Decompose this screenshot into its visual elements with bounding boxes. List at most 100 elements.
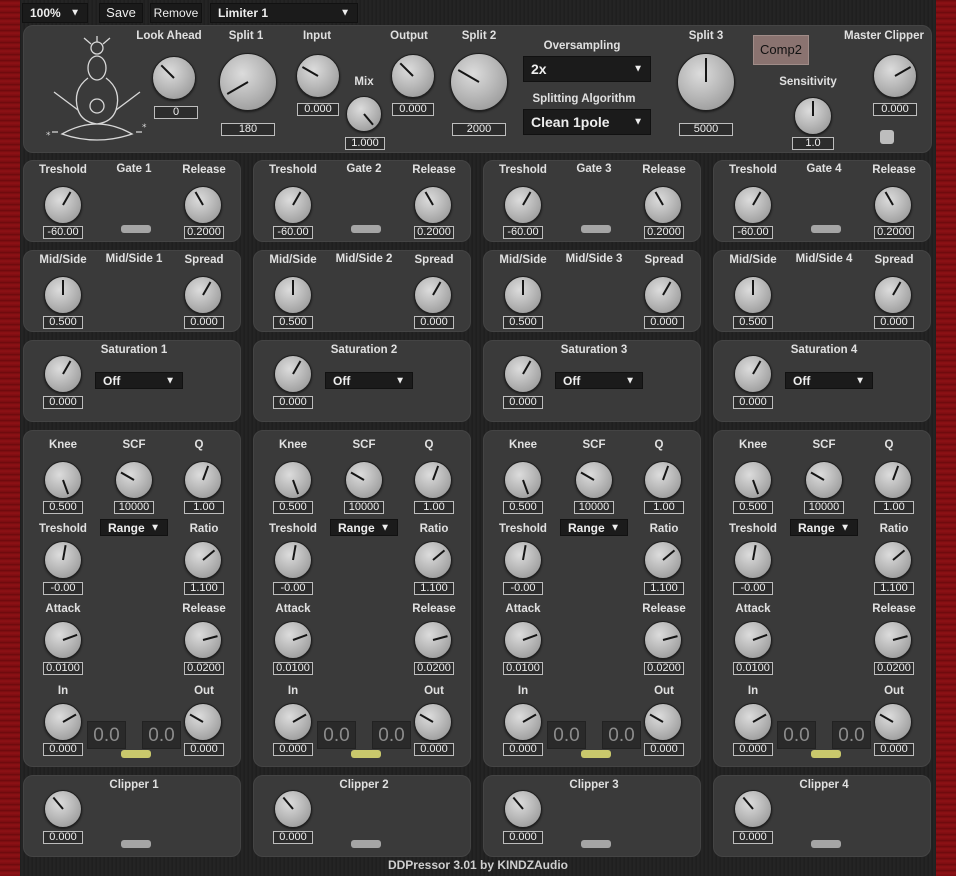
split3-knob[interactable] bbox=[677, 53, 735, 111]
comp-release-knob[interactable] bbox=[414, 621, 452, 659]
gate-threshold-value[interactable]: -60.00 bbox=[273, 226, 313, 239]
ratio-knob[interactable] bbox=[644, 541, 682, 579]
saturation-knob[interactable] bbox=[504, 355, 542, 393]
gate-threshold-value[interactable]: -60.00 bbox=[733, 226, 773, 239]
gate-release-value[interactable]: 0.2000 bbox=[644, 226, 684, 239]
gate-release-value[interactable]: 0.2000 bbox=[184, 226, 224, 239]
saturation-knob[interactable] bbox=[734, 355, 772, 393]
q-knob[interactable] bbox=[184, 461, 222, 499]
knee-value[interactable]: 0.500 bbox=[503, 501, 543, 514]
comp-release-knob[interactable] bbox=[184, 621, 222, 659]
spread-value[interactable]: 0.000 bbox=[874, 316, 914, 329]
range-select[interactable]: Range ▼ bbox=[100, 519, 168, 536]
spread-value[interactable]: 0.000 bbox=[414, 316, 454, 329]
attack-knob[interactable] bbox=[274, 621, 312, 659]
scf-value[interactable]: 10000 bbox=[344, 501, 384, 514]
comp-threshold-knob[interactable] bbox=[504, 541, 542, 579]
knee-knob[interactable] bbox=[274, 461, 312, 499]
attack-value[interactable]: 0.0100 bbox=[273, 662, 313, 675]
clipper-knob[interactable] bbox=[274, 790, 312, 828]
knee-knob[interactable] bbox=[734, 461, 772, 499]
midside-value[interactable]: 0.500 bbox=[503, 316, 543, 329]
out-gain-value[interactable]: 0.000 bbox=[874, 743, 914, 756]
midside-knob[interactable] bbox=[274, 276, 312, 314]
comp-release-value[interactable]: 0.0200 bbox=[644, 662, 684, 675]
saturation-mode-select[interactable]: Off ▼ bbox=[555, 372, 643, 389]
clipper-value[interactable]: 0.000 bbox=[273, 831, 313, 844]
midside-value[interactable]: 0.500 bbox=[733, 316, 773, 329]
range-select[interactable]: Range ▼ bbox=[330, 519, 398, 536]
comp-threshold-value[interactable]: -0.00 bbox=[273, 582, 313, 595]
out-gain-knob[interactable] bbox=[874, 703, 912, 741]
in-gain-value[interactable]: 0.000 bbox=[503, 743, 543, 756]
gate-threshold-knob[interactable] bbox=[274, 186, 312, 224]
in-gain-knob[interactable] bbox=[734, 703, 772, 741]
master-clipper-checkbox[interactable] bbox=[880, 130, 894, 144]
ratio-knob[interactable] bbox=[414, 541, 452, 579]
clipper-knob[interactable] bbox=[44, 790, 82, 828]
out-gain-value[interactable]: 0.000 bbox=[414, 743, 454, 756]
scf-value[interactable]: 10000 bbox=[114, 501, 154, 514]
scf-knob[interactable] bbox=[115, 461, 153, 499]
comp-threshold-knob[interactable] bbox=[734, 541, 772, 579]
saturation-value[interactable]: 0.000 bbox=[503, 396, 543, 409]
comp2-button[interactable]: Comp2 bbox=[753, 35, 809, 65]
q-knob[interactable] bbox=[414, 461, 452, 499]
q-value[interactable]: 1.00 bbox=[874, 501, 914, 514]
q-value[interactable]: 1.00 bbox=[184, 501, 224, 514]
ratio-value[interactable]: 1.100 bbox=[184, 582, 224, 595]
gate-release-knob[interactable] bbox=[184, 186, 222, 224]
split3-value[interactable]: 5000 bbox=[679, 123, 733, 136]
clipper-knob[interactable] bbox=[504, 790, 542, 828]
mix-value[interactable]: 1.000 bbox=[345, 137, 385, 150]
look-ahead-knob[interactable] bbox=[152, 56, 196, 100]
gate-threshold-knob[interactable] bbox=[504, 186, 542, 224]
comp-release-value[interactable]: 0.0200 bbox=[184, 662, 224, 675]
comp-threshold-value[interactable]: -0.00 bbox=[43, 582, 83, 595]
gate-threshold-knob[interactable] bbox=[734, 186, 772, 224]
attack-knob[interactable] bbox=[44, 621, 82, 659]
saturation-mode-select[interactable]: Off ▼ bbox=[95, 372, 183, 389]
knee-knob[interactable] bbox=[44, 461, 82, 499]
ratio-value[interactable]: 1.100 bbox=[874, 582, 914, 595]
q-knob[interactable] bbox=[874, 461, 912, 499]
mix-knob[interactable] bbox=[346, 96, 382, 132]
ratio-knob[interactable] bbox=[184, 541, 222, 579]
scf-knob[interactable] bbox=[345, 461, 383, 499]
attack-knob[interactable] bbox=[734, 621, 772, 659]
scf-value[interactable]: 10000 bbox=[804, 501, 844, 514]
scf-value[interactable]: 10000 bbox=[574, 501, 614, 514]
comp-threshold-value[interactable]: -0.00 bbox=[733, 582, 773, 595]
knee-value[interactable]: 0.500 bbox=[43, 501, 83, 514]
preset-select[interactable]: Limiter 1 ▼ bbox=[210, 3, 358, 23]
saturation-value[interactable]: 0.000 bbox=[733, 396, 773, 409]
gate-release-knob[interactable] bbox=[874, 186, 912, 224]
saturation-value[interactable]: 0.000 bbox=[43, 396, 83, 409]
scf-knob[interactable] bbox=[575, 461, 613, 499]
clipper-value[interactable]: 0.000 bbox=[503, 831, 543, 844]
sensitivity-value[interactable]: 1.0 bbox=[792, 137, 834, 150]
ratio-knob[interactable] bbox=[874, 541, 912, 579]
attack-knob[interactable] bbox=[504, 621, 542, 659]
q-value[interactable]: 1.00 bbox=[414, 501, 454, 514]
master-clipper-value[interactable]: 0.000 bbox=[873, 103, 917, 116]
saturation-knob[interactable] bbox=[274, 355, 312, 393]
midside-knob[interactable] bbox=[504, 276, 542, 314]
input-knob[interactable] bbox=[296, 54, 340, 98]
in-gain-value[interactable]: 0.000 bbox=[43, 743, 83, 756]
output-value[interactable]: 0.000 bbox=[392, 103, 434, 116]
zoom-select[interactable]: 100% ▼ bbox=[22, 3, 88, 23]
comp-threshold-value[interactable]: -0.00 bbox=[503, 582, 543, 595]
attack-value[interactable]: 0.0100 bbox=[43, 662, 83, 675]
sensitivity-knob[interactable] bbox=[794, 97, 832, 135]
gate-threshold-value[interactable]: -60.00 bbox=[43, 226, 83, 239]
in-gain-value[interactable]: 0.000 bbox=[273, 743, 313, 756]
midside-knob[interactable] bbox=[44, 276, 82, 314]
oversampling-select[interactable]: 2x ▼ bbox=[523, 56, 651, 82]
out-gain-knob[interactable] bbox=[414, 703, 452, 741]
split2-value[interactable]: 2000 bbox=[452, 123, 506, 136]
knee-value[interactable]: 0.500 bbox=[733, 501, 773, 514]
midside-knob[interactable] bbox=[734, 276, 772, 314]
input-value[interactable]: 0.000 bbox=[297, 103, 339, 116]
knee-knob[interactable] bbox=[504, 461, 542, 499]
